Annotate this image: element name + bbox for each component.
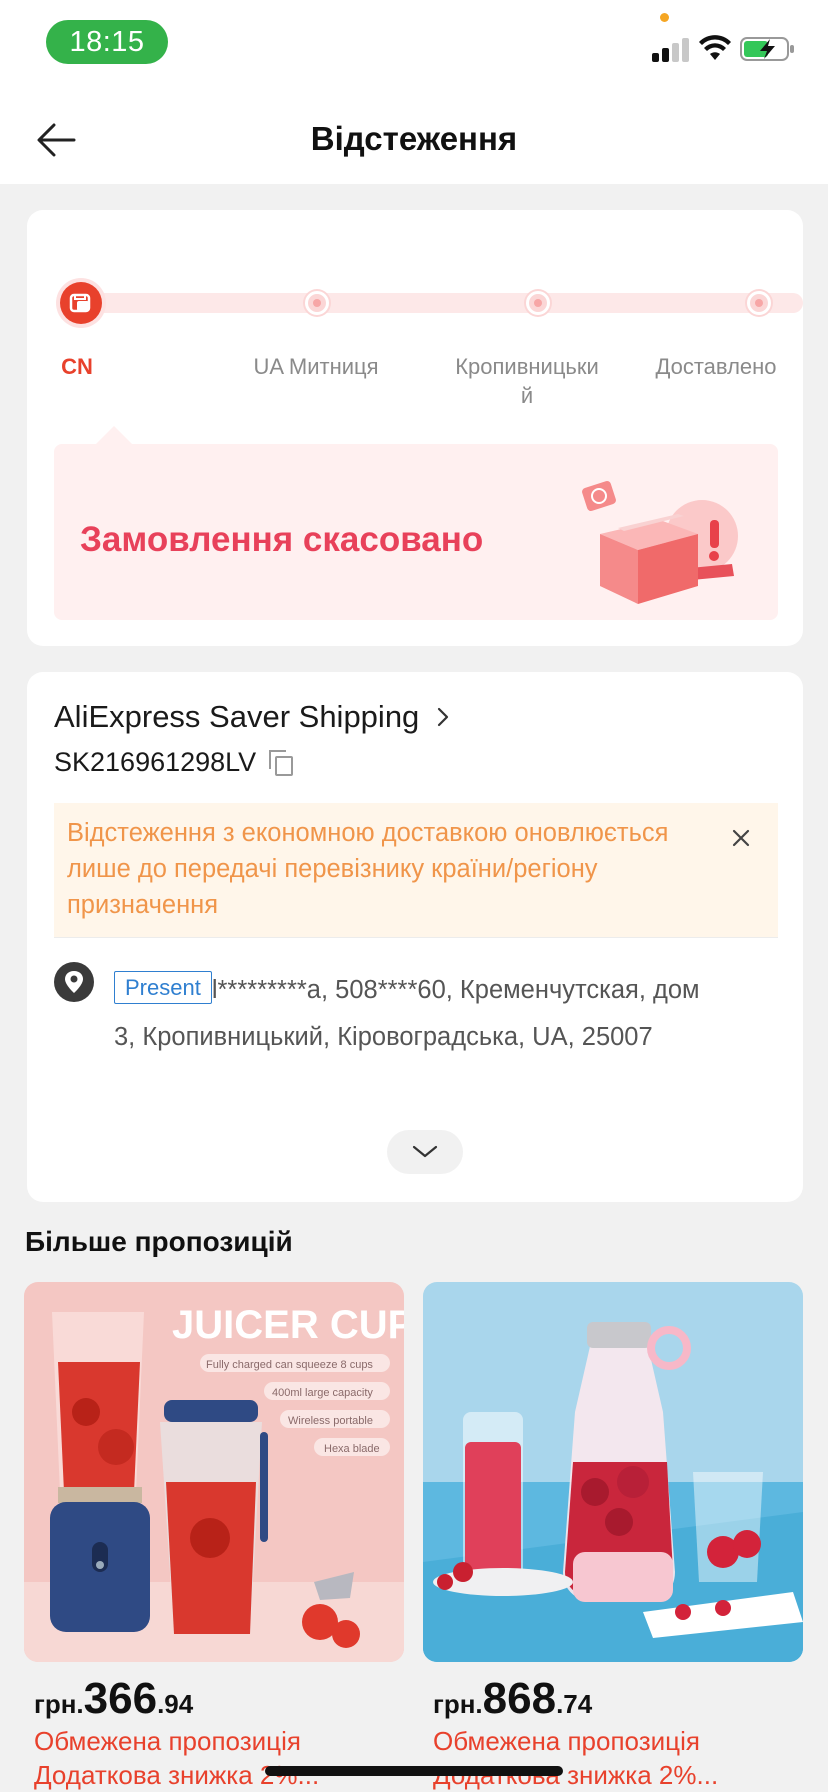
tracking-progress-card: CN UA Митниця Кропивницьки й Доставлено … xyxy=(27,210,803,646)
step-label-delivered: Доставлено xyxy=(655,354,777,379)
tracking-number: SK216961298LV xyxy=(54,747,257,777)
delivery-address: Present l*********а, 508****60, Кременчут… xyxy=(114,967,794,1061)
price-decimal: .94 xyxy=(157,1689,194,1719)
product-price: грн.366.94 xyxy=(34,1674,193,1724)
tracking-number-row: SK216961298LV xyxy=(54,747,294,778)
expand-button[interactable] xyxy=(387,1130,463,1174)
status-time: 18:15 xyxy=(46,20,168,64)
product-card[interactable]: JUICER CUP Fully charged can squeeze 8 c… xyxy=(24,1282,404,1790)
price-integer: 868 xyxy=(482,1674,557,1723)
product-feature-3: Wireless portable xyxy=(288,1415,373,1427)
price-currency: грн. xyxy=(433,1689,483,1719)
price-decimal: .74 xyxy=(556,1689,593,1719)
recommendations-title: Більше пропозицій xyxy=(25,1226,293,1257)
product-image-juicer[interactable]: JUICER CUP Fully charged can squeeze 8 c… xyxy=(24,1282,404,1662)
step-label-city-wrap: й xyxy=(520,383,534,408)
product-image-title: JUICER CUP xyxy=(172,1303,404,1347)
cancelled-box-illustration xyxy=(582,480,738,604)
chevron-down-icon xyxy=(412,1145,438,1158)
order-status-text: Замовлення скасовано xyxy=(80,520,484,559)
price-integer: 366 xyxy=(83,1674,158,1723)
carrier-name: AliExpress Saver Shipping xyxy=(54,699,420,734)
product-feature-4: Hexa blade xyxy=(324,1443,380,1455)
copy-icon[interactable] xyxy=(268,749,294,777)
step-label-city: Кропивницьки xyxy=(455,354,599,379)
step-label-customs: UA Митниця xyxy=(253,354,379,379)
step-marker-city xyxy=(526,291,550,315)
product-price: грн.868.74 xyxy=(433,1674,592,1724)
product-feature-2: 400ml large capacity xyxy=(272,1387,373,1399)
carrier-link[interactable]: AliExpress Saver Shipping xyxy=(54,699,453,735)
present-badge: Present xyxy=(114,971,212,1004)
location-pin-icon xyxy=(54,962,94,1002)
product-card[interactable]: грн.868.74 Обмежена пропозиція Додаткова… xyxy=(423,1282,803,1790)
status-panel-pointer xyxy=(96,426,132,444)
divider xyxy=(54,937,778,938)
product-image-bottle-blender[interactable] xyxy=(423,1282,803,1662)
package-icon xyxy=(69,293,91,313)
page-title: Відстеження xyxy=(310,120,518,157)
home-indicator[interactable] xyxy=(265,1766,563,1776)
product-promo-limited: Обмежена пропозиція xyxy=(433,1726,700,1756)
wifi-icon xyxy=(699,35,731,60)
address-line-1: l*********а, 508****60, Кременчутская, д… xyxy=(211,976,700,1004)
step-marker-cn xyxy=(56,278,106,328)
shipping-notice-text: Відстеження з економною доставкою оновлю… xyxy=(67,819,669,919)
chevron-right-icon xyxy=(438,707,449,727)
close-icon[interactable] xyxy=(730,827,752,849)
progress-track xyxy=(87,293,803,313)
step-marker-customs xyxy=(305,291,329,315)
cellular-signal-icon xyxy=(652,36,690,62)
shipping-info-card: AliExpress Saver Shipping SK216961298LV … xyxy=(27,672,803,1202)
product-promo-limited: Обмежена пропозиція xyxy=(34,1726,301,1756)
order-status-panel: Замовлення скасовано xyxy=(54,426,778,620)
battery-charging-icon xyxy=(740,37,794,61)
price-currency: грн. xyxy=(34,1689,84,1719)
address-line-2: 3, Кропивницький, Кіровоградська, UA, 25… xyxy=(114,1023,653,1051)
status-bar: 18:15 xyxy=(0,0,828,90)
privacy-indicator-dot xyxy=(660,13,669,22)
shipping-notice: Відстеження з економною доставкою оновлю… xyxy=(54,803,778,937)
step-marker-delivered xyxy=(747,291,771,315)
step-label-cn: CN xyxy=(61,354,93,379)
product-feature-1: Fully charged can squeeze 8 cups xyxy=(206,1359,373,1371)
